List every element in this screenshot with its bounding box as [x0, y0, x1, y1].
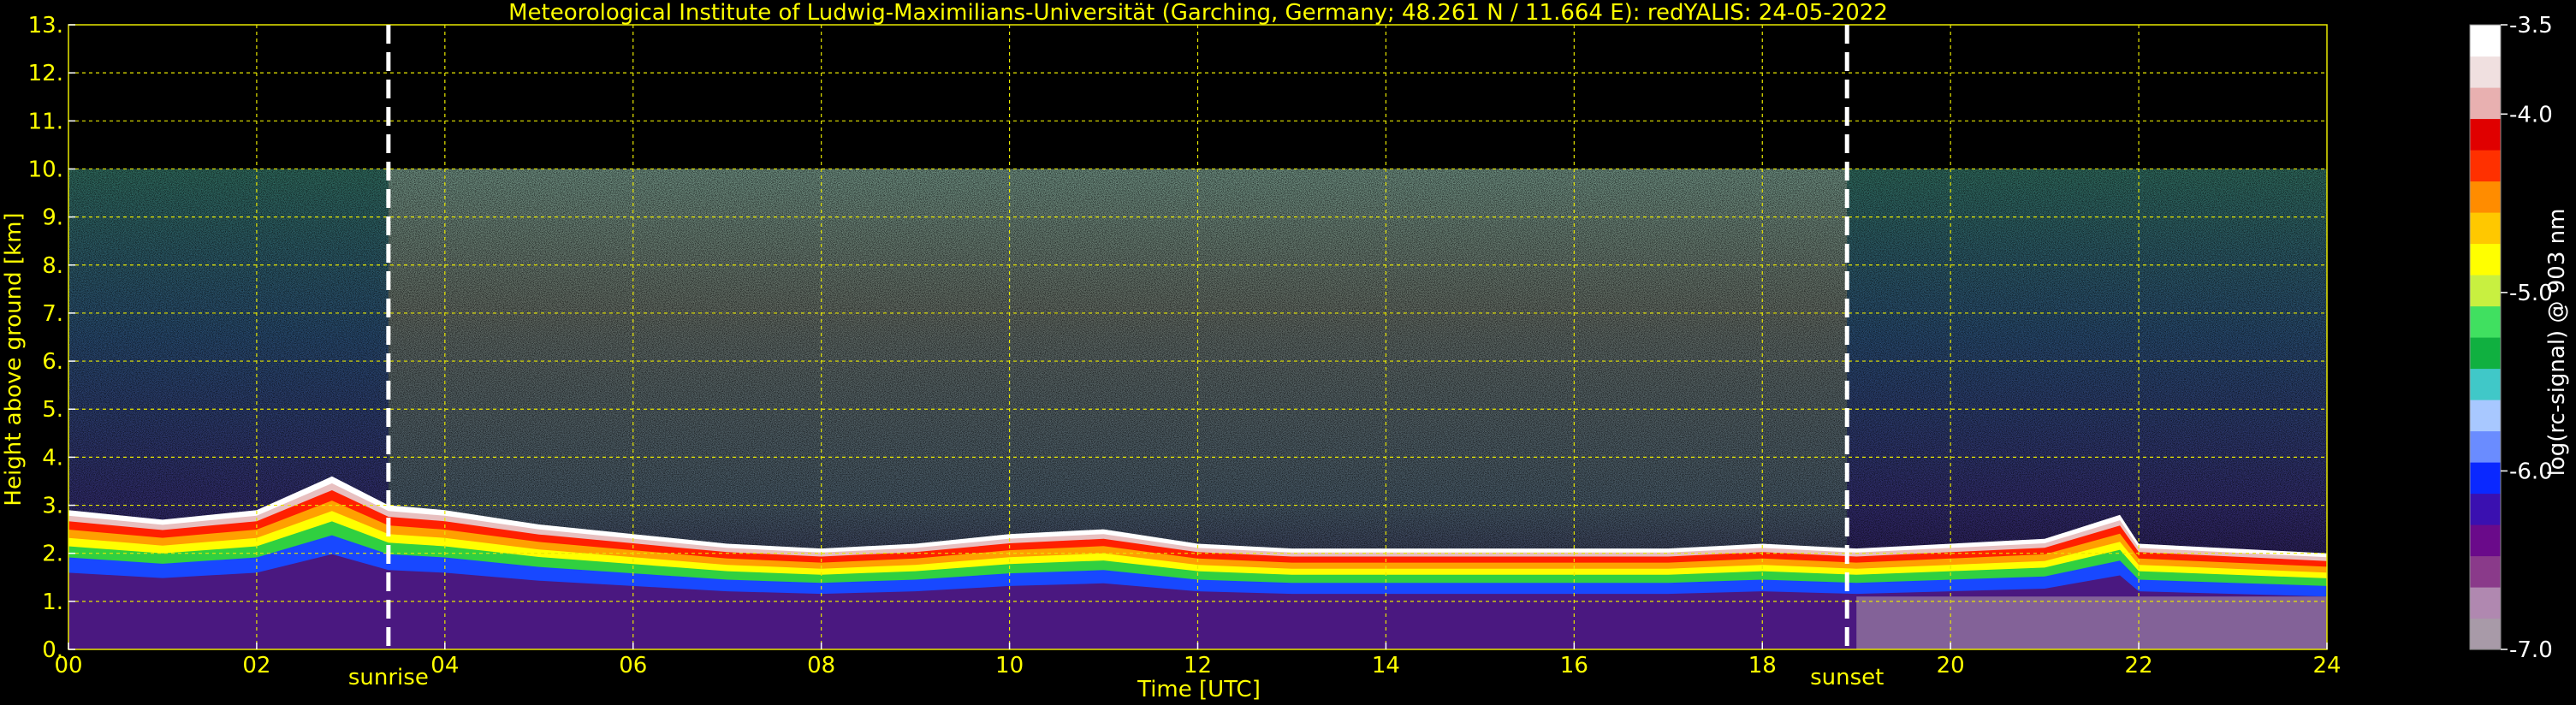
lidar-chart: Meteorological Institute of Ludwig-Maxim… [1, 0, 2570, 702]
y-tick-label: 1. [42, 589, 63, 615]
colorbar-swatch [2470, 587, 2501, 619]
y-tick-label: 12. [28, 61, 63, 86]
colorbar-swatch [2470, 555, 2501, 588]
colorbar-tick-label: -4.0 [2509, 102, 2553, 127]
x-tick-label: 04 [430, 653, 459, 678]
x-tick-label: 14 [1372, 653, 1400, 678]
x-tick-label: 08 [807, 653, 835, 678]
y-tick-label: 6. [42, 349, 63, 375]
y-tick-label: 10. [28, 157, 63, 182]
colorbar-tick-label: -3.5 [2509, 13, 2553, 39]
y-tick-label: 0. [42, 637, 63, 663]
sun-marker-label: sunset [1810, 665, 1884, 690]
x-tick-label: 12 [1184, 653, 1212, 678]
colorbar-swatch [2470, 56, 2501, 88]
plot-area [68, 25, 2327, 649]
colorbar-swatch [2470, 25, 2501, 57]
colorbar-swatch [2470, 524, 2501, 557]
colorbar-swatch [2470, 243, 2501, 275]
x-tick-label: 06 [619, 653, 647, 678]
colorbar-swatch [2470, 275, 2501, 307]
y-tick-label: 7. [42, 301, 63, 327]
y-tick-label: 4. [42, 445, 63, 471]
colorbar: -3.5-4.0-5.0-6.0-7.0 [2469, 13, 2553, 663]
x-axis-label: Time [UTC] [1137, 677, 1261, 702]
colorbar-swatch [2470, 87, 2501, 120]
colorbar-swatch [2470, 618, 2501, 650]
x-tick-label: 20 [1937, 653, 1965, 678]
x-tick-label: 24 [2312, 653, 2341, 678]
x-tick-label: 10 [995, 653, 1024, 678]
x-tick-label: 02 [242, 653, 270, 678]
nocturnal-layer [1856, 596, 2327, 649]
x-tick-label: 22 [2125, 653, 2153, 678]
chart-title: Meteorological Institute of Ludwig-Maxim… [508, 0, 1888, 26]
y-axis-label: Height above ground [km] [1, 212, 27, 506]
y-tick-label: 8. [42, 253, 63, 279]
colorbar-swatch [2470, 337, 2501, 370]
colorbar-swatch [2470, 118, 2501, 151]
y-tick-label: 11. [28, 109, 63, 134]
y-tick-label: 5. [42, 397, 63, 423]
colorbar-swatch [2470, 493, 2501, 525]
colorbar-swatch [2470, 368, 2501, 400]
colorbar-swatch [2470, 400, 2501, 432]
x-tick-label: 16 [1560, 653, 1588, 678]
colorbar-tick-label: -7.0 [2509, 637, 2553, 663]
y-tick-label: 3. [42, 494, 63, 519]
x-tick-label: 18 [1748, 653, 1777, 678]
y-tick-label: 2. [42, 542, 63, 567]
colorbar-swatch [2470, 305, 2501, 338]
colorbar-swatch [2470, 462, 2501, 495]
colorbar-swatch [2470, 430, 2501, 463]
colorbar-swatch [2470, 181, 2501, 213]
y-tick-label: 13. [28, 13, 63, 39]
colorbar-swatch [2470, 150, 2501, 182]
colorbar-label: log(rc-signal) @ 903 nm [2544, 209, 2570, 477]
colorbar-swatch [2470, 212, 2501, 245]
sun-marker-label: sunrise [348, 665, 429, 690]
y-tick-label: 9. [42, 205, 63, 231]
